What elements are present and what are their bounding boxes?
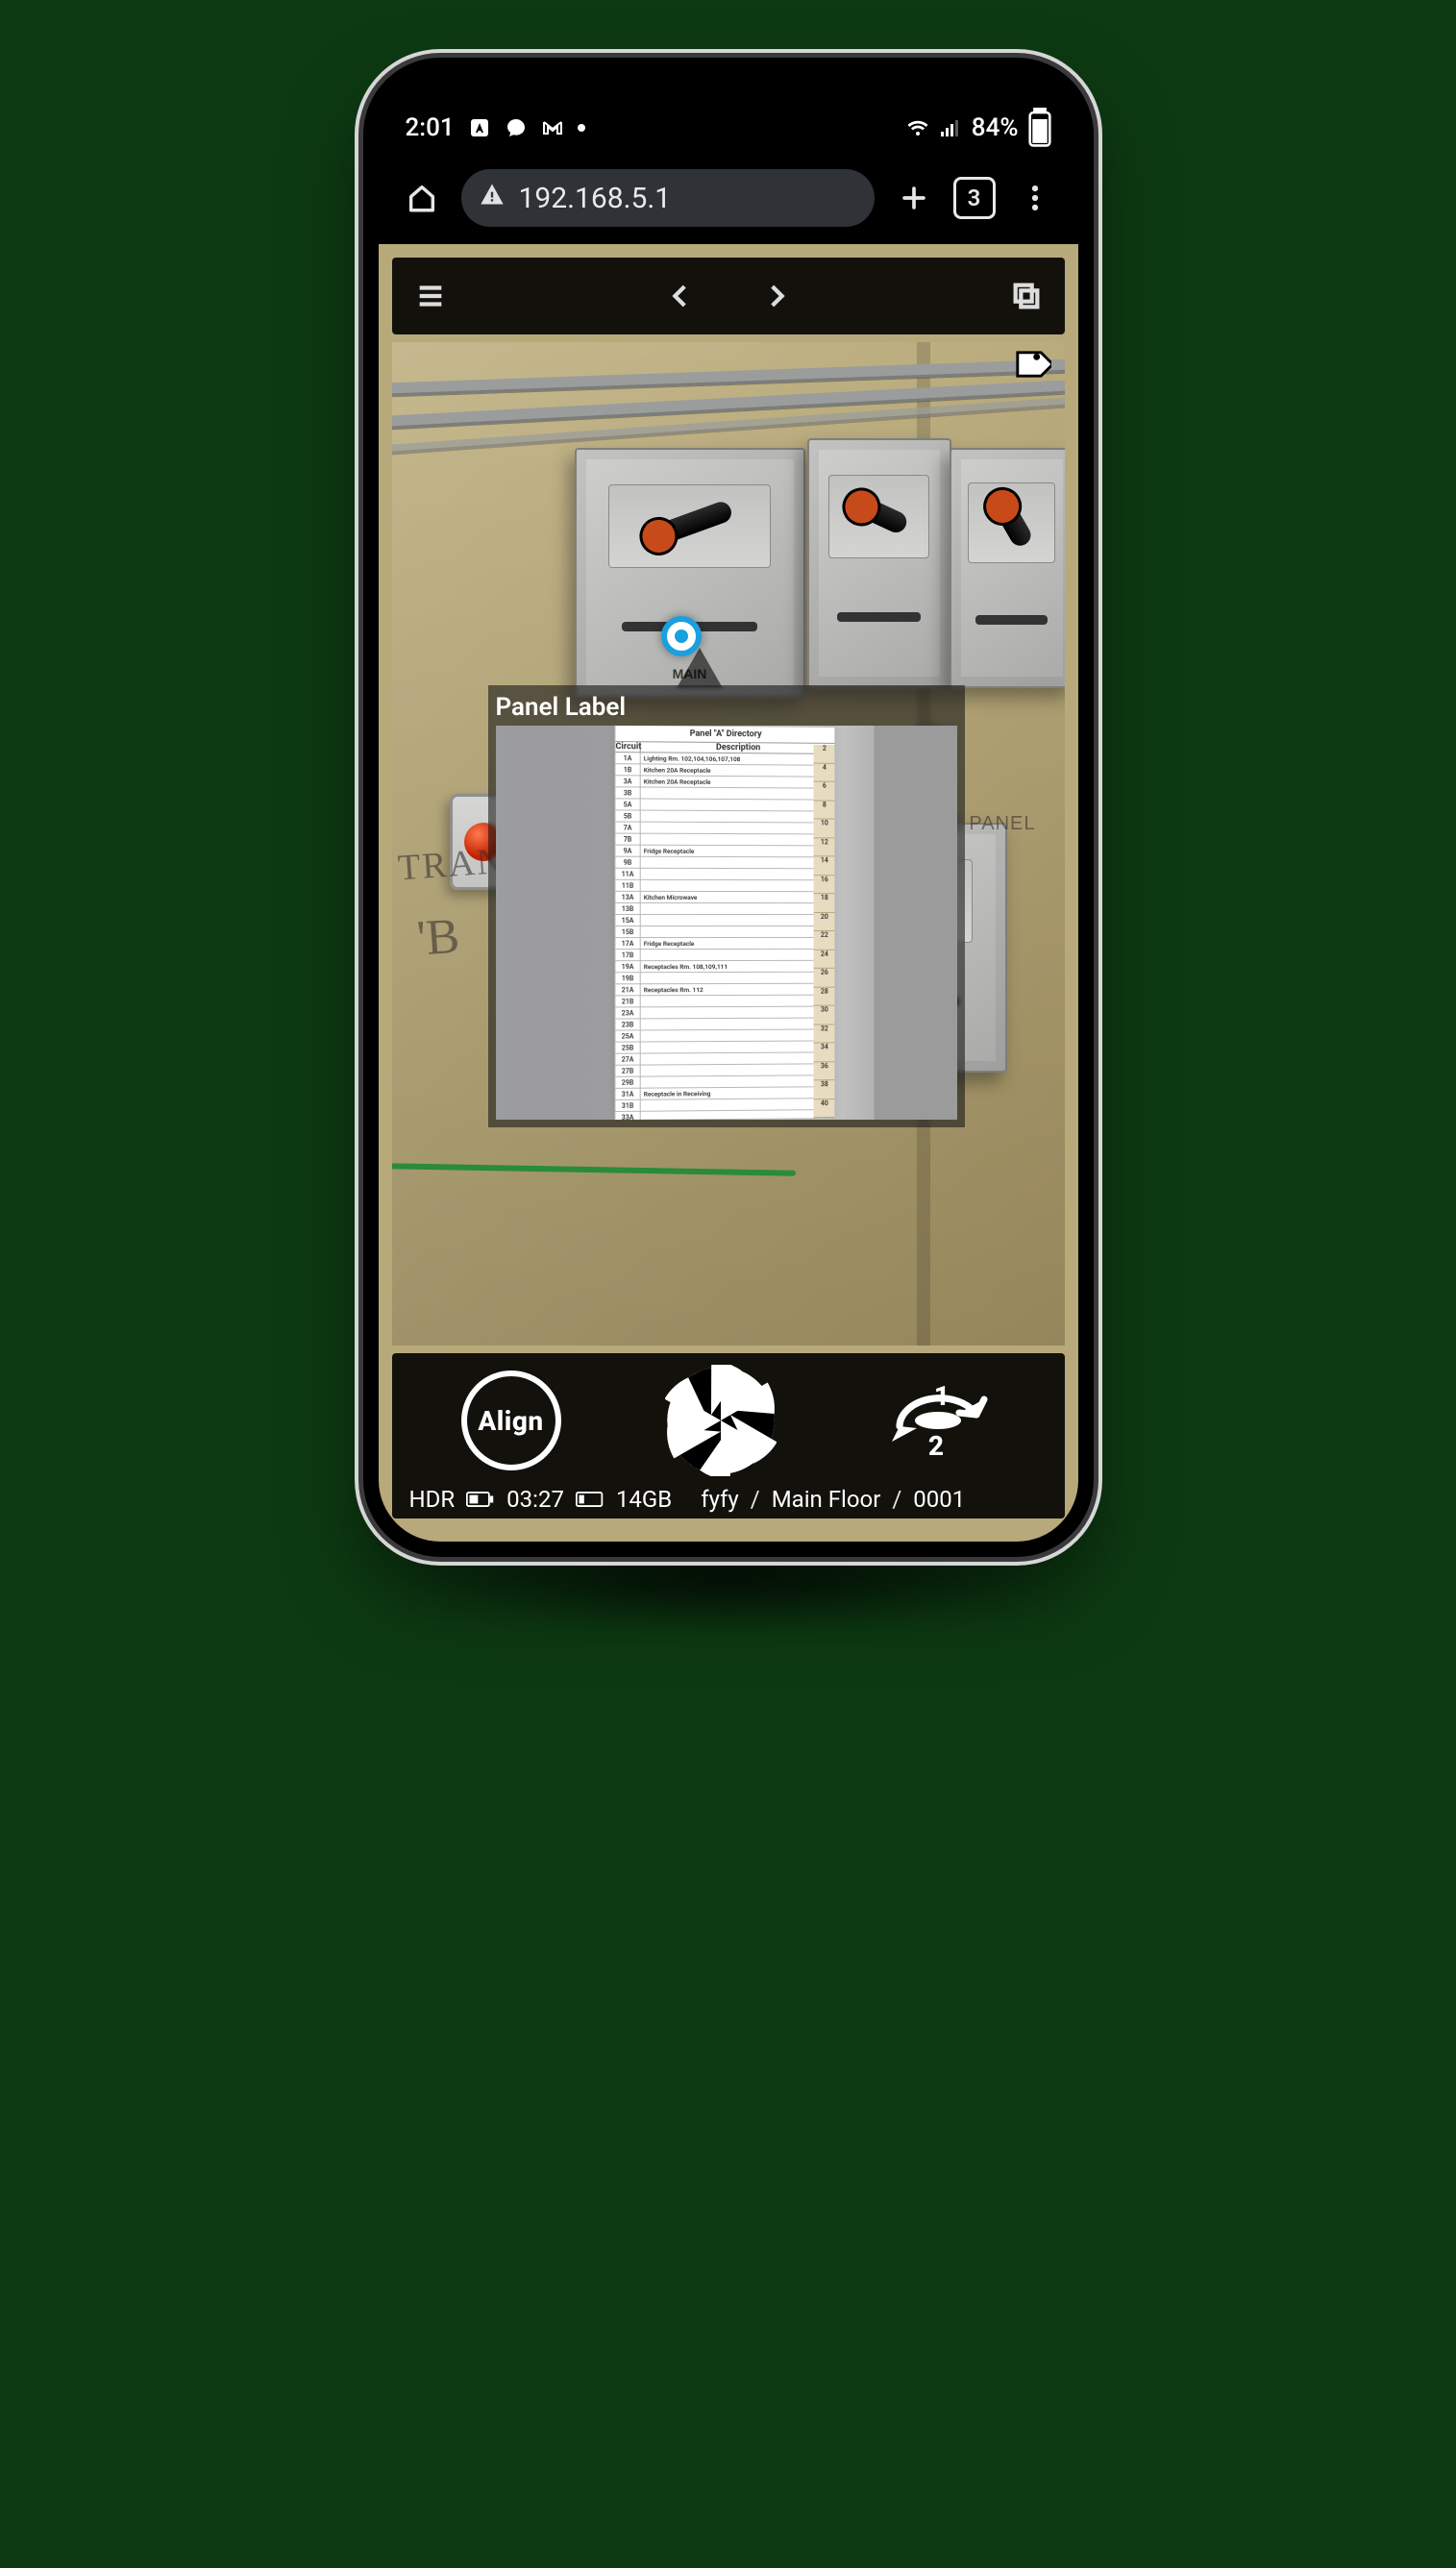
sheet-row: 15B <box>616 926 835 938</box>
status-row: HDR 03:27 14GB fyfy / Main Floor <box>409 1486 1048 1513</box>
sheet-row: 9B <box>616 857 835 870</box>
battery-pct: 84% <box>972 113 1019 142</box>
panel-directory-sheet: Panel "A" Directory Circuit Description … <box>615 726 836 1120</box>
shot-number: 0001 <box>913 1486 965 1513</box>
new-tab-button[interactable] <box>892 176 936 220</box>
sheet-row: 19AReceptacles Rm. 108,109,111 <box>616 961 835 973</box>
menu-button[interactable] <box>411 277 450 315</box>
svg-text:2: 2 <box>927 1430 943 1462</box>
tag-button[interactable] <box>1007 342 1065 400</box>
svg-text:1: 1 <box>933 1380 949 1412</box>
copy-button[interactable] <box>1007 277 1046 315</box>
electrical-box-2 <box>807 438 951 688</box>
home-button[interactable] <box>400 176 444 220</box>
app-top-toolbar <box>392 258 1065 334</box>
sheet-row: 19B <box>616 973 835 985</box>
sheet-row: 33A <box>616 1110 835 1120</box>
browser-toolbar: 192.168.5.1 3 <box>379 152 1078 244</box>
sheet-col-desc: Description <box>641 742 835 753</box>
sheet-row: 13AKitchen Microwave <box>616 892 835 903</box>
signal-icon <box>939 116 962 139</box>
storage-mini-icon <box>576 1490 605 1509</box>
storage-value: 14GB <box>616 1486 672 1513</box>
sheet-row: 13B <box>616 903 835 915</box>
sheet-row: 23A <box>616 1007 835 1020</box>
popup-title: Panel Label <box>496 693 627 722</box>
sep-2: / <box>892 1486 901 1513</box>
shutter-button[interactable] <box>665 1365 777 1476</box>
wifi-icon <box>906 116 929 139</box>
app-viewport: MAIN TRANSF 'B HOUSE PANEL <box>379 244 1078 1542</box>
next-button[interactable] <box>757 277 796 315</box>
sheet-row: 17AFridge Receptacle <box>616 938 835 950</box>
align-button[interactable]: Align <box>461 1370 561 1470</box>
sheet-row: 11B <box>616 880 835 892</box>
electrical-box-3 <box>950 448 1065 688</box>
battery-icon <box>1028 116 1051 139</box>
url-bar[interactable]: 192.168.5.1 <box>461 169 875 227</box>
shutter-icon <box>665 1365 777 1476</box>
hdr-indicator: HDR <box>409 1486 456 1513</box>
prev-button[interactable] <box>661 277 700 315</box>
project-name: fyfy <box>701 1486 739 1513</box>
sheet-row: 15A <box>616 915 835 926</box>
phone-screen: 2:01 <box>379 73 1078 1542</box>
sheet-row: 17B <box>616 950 835 961</box>
tabs-button[interactable]: 3 <box>953 177 996 219</box>
popup-image: Panel "A" Directory Circuit Description … <box>496 726 957 1120</box>
site-warning-icon <box>479 181 506 215</box>
sheet-row: 11A <box>616 869 835 880</box>
url-text: 192.168.5.1 <box>519 182 672 215</box>
sheet-row: 9AFridge Receptacle <box>616 846 835 858</box>
battery-mini-icon <box>466 1490 495 1509</box>
phone-frame: 2:01 <box>363 58 1094 1557</box>
sheet-row: 21AReceptacles Rm. 112 <box>616 984 835 997</box>
location-name: Main Floor <box>772 1486 881 1513</box>
sheet-col-circuit: Circuit <box>616 742 641 752</box>
sheet-row: 7B <box>616 834 835 847</box>
sheet-row: 23B <box>616 1019 835 1031</box>
sheet-title: Panel "A" Directory <box>616 726 835 744</box>
switch-lens-button[interactable]: 1 2 <box>880 1372 996 1469</box>
sheet-row: 21B <box>616 996 835 1008</box>
browser-menu-button[interactable] <box>1013 176 1057 220</box>
camera-preview[interactable]: MAIN TRANSF 'B HOUSE PANEL <box>392 342 1065 1346</box>
android-status-bar: 2:01 <box>379 73 1078 152</box>
tabs-count: 3 <box>968 185 981 211</box>
runtime-value: 03:27 <box>506 1486 564 1513</box>
gmail-notif-icon <box>541 116 564 139</box>
sheet-row: 5A <box>616 799 835 811</box>
chat-notif-icon <box>505 116 528 139</box>
status-time: 2:01 <box>406 113 455 142</box>
app-bottom-bar: Align <box>392 1353 1065 1519</box>
more-notif-icon <box>578 124 585 132</box>
app-notif-1-icon <box>468 116 491 139</box>
popup-pointer <box>677 648 723 688</box>
hotspot-popup[interactable]: Panel Label Panel "A" Directory Circuit … <box>488 685 965 1127</box>
sheet-row: 5B <box>616 810 835 823</box>
sep-1: / <box>751 1486 760 1513</box>
sheet-row: 7A <box>616 822 835 834</box>
switch-lens-icon: 1 2 <box>880 1372 996 1469</box>
align-label: Align <box>478 1405 543 1437</box>
wall-writing-2: 'B <box>414 908 460 968</box>
